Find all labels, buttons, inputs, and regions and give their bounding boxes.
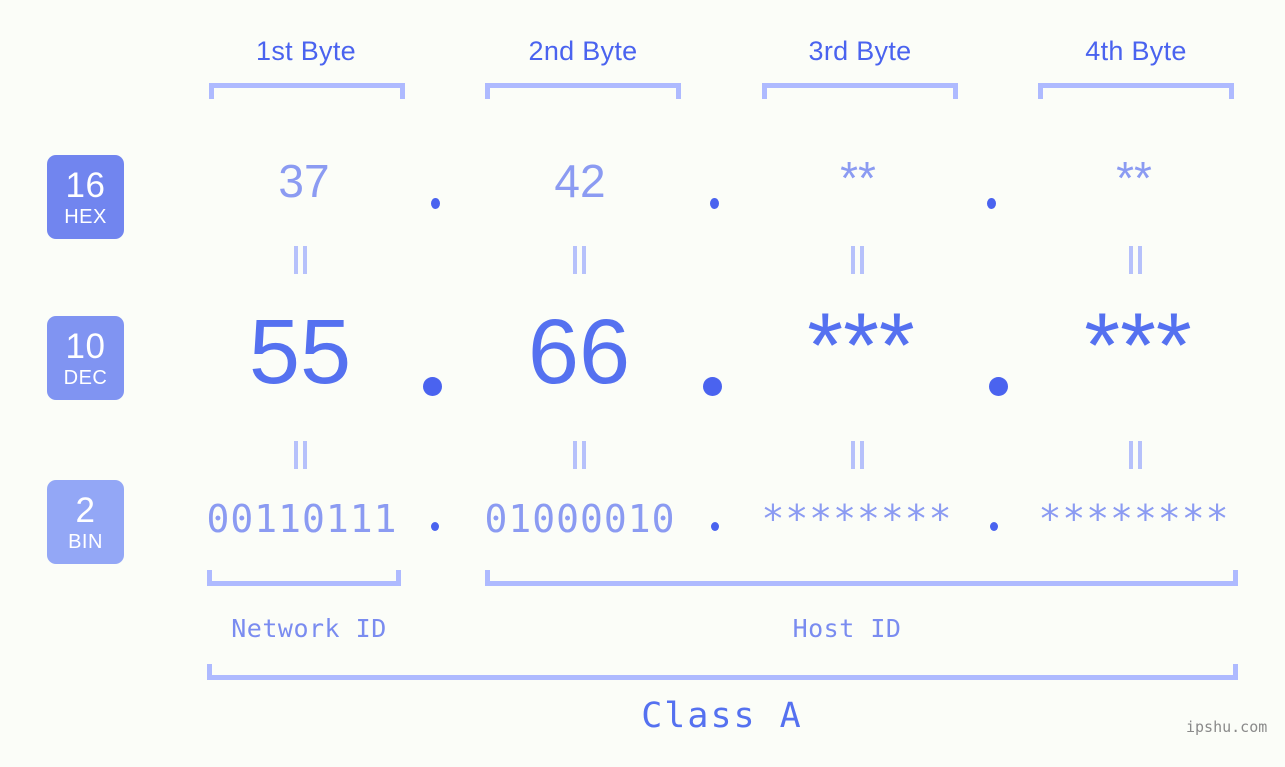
byte-bracket-2	[485, 83, 681, 99]
dec-separator-3	[989, 377, 1008, 396]
byte-header-1: 1st Byte	[256, 36, 356, 66]
class-bracket	[207, 664, 1238, 680]
equals-mark-hex-dec-1	[294, 246, 308, 274]
site-watermark: ipshu.com	[1186, 718, 1268, 736]
base-badge-hex: 16 HEX	[47, 155, 124, 239]
hex-separator-2	[710, 198, 719, 209]
host-id-bracket	[485, 570, 1238, 586]
byte-header-4: 4th Byte	[1085, 36, 1187, 66]
hex-byte-1: 37	[278, 155, 330, 207]
bin-byte-4: ********	[1038, 497, 1230, 541]
bin-separator-3	[990, 522, 998, 531]
equals-mark-dec-bin-1	[294, 441, 308, 469]
base-badge-bin-label: BIN	[68, 530, 103, 553]
base-badge-bin-number: 2	[75, 490, 96, 530]
equals-mark-dec-bin-3	[851, 441, 865, 469]
equals-mark-dec-bin-4	[1129, 441, 1143, 469]
base-badge-hex-label: HEX	[64, 205, 107, 228]
bin-separator-2	[711, 522, 719, 531]
dec-byte-2: 66	[527, 301, 631, 403]
bin-byte-1: 00110111	[206, 497, 398, 541]
dec-separator-2	[703, 377, 722, 396]
bin-byte-2: 01000010	[484, 497, 676, 541]
byte-header-2: 2nd Byte	[528, 36, 638, 66]
bin-separator-1	[431, 522, 439, 531]
bin-byte-3: ********	[761, 497, 953, 541]
base-badge-bin: 2 BIN	[47, 480, 124, 564]
hex-byte-3: **	[840, 152, 876, 204]
equals-mark-hex-dec-2	[573, 246, 587, 274]
network-id-label: Network ID	[231, 614, 387, 643]
dec-separator-1	[423, 377, 442, 396]
hex-byte-2: 42	[554, 155, 606, 207]
class-label: Class A	[641, 696, 803, 736]
hex-separator-1	[431, 198, 440, 209]
equals-mark-dec-bin-2	[573, 441, 587, 469]
base-badge-dec: 10 DEC	[47, 316, 124, 400]
base-badge-dec-label: DEC	[63, 366, 108, 389]
base-badge-hex-number: 16	[65, 165, 106, 205]
host-id-label: Host ID	[792, 614, 902, 643]
hex-byte-4: **	[1116, 152, 1152, 204]
byte-bracket-3	[762, 83, 958, 99]
dec-byte-4: ***	[1084, 295, 1192, 397]
hex-separator-3	[987, 198, 996, 209]
base-badge-dec-number: 10	[65, 326, 106, 366]
dec-byte-3: ***	[807, 295, 915, 397]
dec-byte-1: 55	[248, 301, 352, 403]
byte-header-3: 3rd Byte	[808, 36, 912, 66]
equals-mark-hex-dec-4	[1129, 246, 1143, 274]
ip-address-diagram: 1st Byte 2nd Byte 3rd Byte 4th Byte 16 H…	[0, 0, 1285, 767]
network-id-bracket	[207, 570, 401, 586]
byte-bracket-4	[1038, 83, 1234, 99]
byte-bracket-1	[209, 83, 405, 99]
equals-mark-hex-dec-3	[851, 246, 865, 274]
